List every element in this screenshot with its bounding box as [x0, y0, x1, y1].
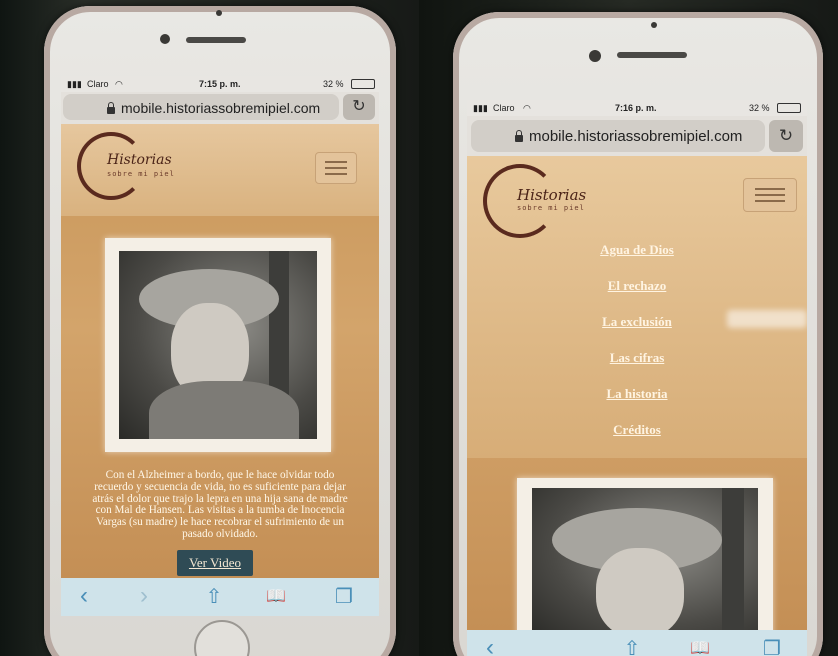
right-photo: ▮▮▮ Claro ◠ 7:16 p. m. 32 % mobile.histo…: [419, 0, 838, 656]
left-back-icon[interactable]: ‹: [69, 582, 99, 610]
left-browser-toolbar: ‹ › ⇧ 📖 ❐: [61, 578, 379, 616]
left-time: 7:15 p. m.: [199, 79, 241, 89]
left-reload-icon[interactable]: ↻: [343, 94, 375, 120]
right-site: Historias sobre mi piel Agua de Dios El …: [467, 156, 807, 638]
menu-item-creditos[interactable]: Créditos: [467, 422, 807, 438]
right-address-field[interactable]: mobile.historiassobremipiel.com: [471, 120, 765, 152]
ver-video-button[interactable]: Ver Video: [177, 550, 253, 576]
right-carrier: Claro: [493, 103, 515, 113]
left-story-caption: Con el Alzheimer a bordo, que le hace ol…: [92, 469, 348, 540]
left-home-button[interactable]: [194, 620, 250, 656]
left-lock-icon: [107, 102, 115, 114]
right-bookmarks-icon[interactable]: 📖: [685, 638, 715, 656]
right-site-header: Historias sobre mi piel Agua de Dios El …: [467, 156, 807, 458]
left-url-bar: mobile.historiassobremipiel.com ↻: [61, 92, 379, 124]
right-logo-subtitle: sobre mi piel: [517, 204, 585, 212]
left-portrait-image: [105, 238, 331, 452]
left-front-camera: [160, 34, 170, 44]
right-back-icon[interactable]: ‹: [475, 634, 505, 656]
right-url-text: mobile.historiassobremipiel.com: [529, 128, 743, 145]
left-url-text: mobile.historiassobremipiel.com: [121, 100, 321, 116]
right-reload-icon[interactable]: ↻: [769, 120, 803, 152]
left-battery-icon: [351, 79, 375, 89]
right-url-bar: mobile.historiassobremipiel.com ↻: [467, 116, 807, 156]
left-forward-icon[interactable]: ›: [129, 582, 159, 610]
menu-item-la-historia[interactable]: La historia: [467, 386, 807, 402]
right-status-bar: ▮▮▮ Claro ◠ 7:16 p. m. 32 %: [467, 100, 807, 116]
left-photo: ▮▮▮ Claro ◠ 7:15 p. m. 32 % mobile.histo…: [0, 0, 419, 656]
left-phone-body: ▮▮▮ Claro ◠ 7:15 p. m. 32 % mobile.histo…: [44, 6, 396, 656]
left-status-bar: ▮▮▮ Claro ◠ 7:15 p. m. 32 %: [61, 76, 379, 92]
right-screen: ▮▮▮ Claro ◠ 7:16 p. m. 32 % mobile.histo…: [467, 100, 807, 656]
left-share-icon[interactable]: ⇧: [199, 584, 229, 609]
left-site: Historias sobre mi piel Con el Alzheimer…: [61, 124, 379, 578]
right-front-sensor: [651, 22, 657, 28]
left-bookmarks-icon[interactable]: 📖: [261, 586, 291, 606]
right-phone-body: ▮▮▮ Claro ◠ 7:16 p. m. 32 % mobile.histo…: [453, 12, 823, 656]
left-menu-button[interactable]: [315, 152, 357, 184]
left-battery-percent: 32 %: [323, 79, 344, 89]
left-earpiece: [186, 37, 246, 43]
right-lock-icon: [515, 130, 523, 142]
right-time: 7:16 p. m.: [615, 103, 657, 113]
right-share-icon[interactable]: ⇧: [617, 636, 647, 656]
left-address-field[interactable]: mobile.historiassobremipiel.com: [63, 94, 339, 120]
left-tabs-icon[interactable]: ❐: [329, 584, 359, 609]
right-front-camera: [589, 50, 601, 62]
right-menu-button[interactable]: [743, 178, 797, 212]
left-front-sensor: [216, 10, 222, 16]
right-browser-toolbar: ‹ ⇧ 📖 ❐: [467, 630, 807, 656]
left-site-header: Historias sobre mi piel: [61, 124, 379, 216]
right-screen-glare: [727, 310, 807, 328]
right-earpiece: [617, 52, 687, 58]
right-signal-icon: ▮▮▮: [473, 103, 488, 113]
right-battery-icon: [777, 103, 801, 113]
left-signal-icon: ▮▮▮: [67, 79, 82, 89]
right-battery-percent: 32 %: [749, 103, 770, 113]
left-wifi-icon: ◠: [115, 79, 123, 89]
left-screen: ▮▮▮ Claro ◠ 7:15 p. m. 32 % mobile.histo…: [61, 76, 379, 616]
menu-item-agua-de-dios[interactable]: Agua de Dios: [467, 242, 807, 258]
right-tabs-icon[interactable]: ❐: [757, 636, 787, 656]
menu-item-el-rechazo[interactable]: El rechazo: [467, 278, 807, 294]
left-carrier: Claro: [87, 79, 109, 89]
menu-item-las-cifras[interactable]: Las cifras: [467, 350, 807, 366]
left-logo-subtitle: sobre mi piel: [107, 170, 175, 178]
right-portrait-image: [517, 478, 773, 638]
right-logo-title: Historias: [517, 186, 587, 204]
left-logo-title: Historias: [107, 152, 172, 168]
right-wifi-icon: ◠: [523, 103, 531, 113]
